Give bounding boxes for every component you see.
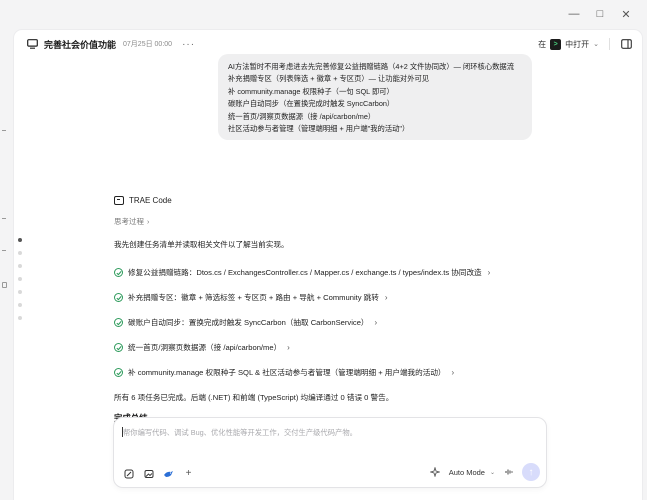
open-in-label: 中打开: [565, 39, 590, 49]
rail-mark: [2, 250, 6, 251]
check-circle-icon: [114, 268, 123, 277]
composer-toolbar: +: [123, 468, 194, 479]
user-message-line: AI方法暂时不用考虑进去先完善修复公益捐赠链路（4+2 文件协同改）— 闭环核心…: [228, 62, 515, 71]
minimize-button[interactable]: —: [561, 6, 587, 22]
agent-logo-icon: [114, 196, 124, 205]
task-label: 统一首页/洞察页数据源（接 /api/carbon/me）: [128, 343, 282, 352]
monitor-icon: [26, 38, 38, 50]
composer-input[interactable]: 帮你编写代码、调试 Bug、优化性能等开发工作，交付生产级代码产物。: [123, 428, 357, 438]
scroll-dot[interactable]: [18, 264, 22, 268]
scroll-dot[interactable]: [18, 290, 22, 294]
composer-actions: Auto Mode ⌄ ↑: [430, 463, 540, 481]
task-item[interactable]: 碳账户自动同步：置换完成时触发 SyncCarbon（抽取 CarbonServ…: [114, 310, 534, 335]
left-rail: [0, 30, 10, 500]
page-title: 完善社会价值功能: [44, 39, 117, 50]
chevron-right-icon: ›: [487, 268, 491, 277]
close-button[interactable]: ✕: [613, 6, 639, 22]
divider: [609, 38, 610, 50]
rail-handle[interactable]: [2, 282, 7, 288]
user-message-line: 碳账户自动同步（在置换完成时触发 SyncCarbon）: [228, 99, 395, 109]
user-message-line: 补充捐赠专区（列表筛选 + 徽章 + 专区页）— 让功能对外可见: [228, 74, 430, 84]
more-menu-button[interactable]: ···: [182, 39, 195, 50]
completion-summary: 所有 6 项任务已完成。后端 (.NET) 和前端 (TypeScript) 均…: [114, 393, 394, 402]
rail-mark: [2, 218, 6, 219]
task-item[interactable]: 统一首页/洞察页数据源（接 /api/carbon/me） ›: [114, 335, 534, 360]
chevron-down-icon: ⌄: [593, 41, 599, 48]
task-label: 碳账户自动同步：置换完成时触发 SyncCarbon（抽取 CarbonServ…: [128, 318, 369, 327]
chevron-right-icon: ›: [451, 368, 455, 377]
user-message: AI方法暂时不用考虑进去先完善修复公益捐赠链路（4+2 文件协同改）— 闭环核心…: [218, 54, 532, 140]
open-in-prefix: 在: [538, 39, 547, 49]
mode-selector[interactable]: Auto Mode ⌄: [449, 468, 495, 477]
scroll-dot[interactable]: [18, 303, 22, 307]
task-label: 修复公益捐赠链路：Dtos.cs / ExchangesController.c…: [128, 268, 482, 277]
task-item[interactable]: 修复公益捐赠链路：Dtos.cs / ExchangesController.c…: [114, 260, 534, 285]
panel-toggle-icon[interactable]: [620, 38, 632, 50]
thinking-label: 思考过程: [114, 217, 144, 226]
check-circle-icon: [114, 368, 123, 377]
task-item[interactable]: 补充捐赠专区：徽章 + 筛选标签 + 专区页 + 路由 + 导航 + Commu…: [114, 285, 534, 310]
add-button[interactable]: +: [183, 468, 194, 479]
message-composer[interactable]: 帮你编写代码、调试 Bug、优化性能等开发工作，交付生产级代码产物。 + Aut…: [113, 417, 547, 488]
scroll-dot[interactable]: [18, 251, 22, 255]
mic-icon[interactable]: [503, 467, 514, 478]
chevron-right-icon: ›: [384, 293, 388, 302]
window-controls: — □ ✕: [561, 6, 639, 22]
task-item[interactable]: 补 community.manage 权限种子 SQL & 社区活动参与者管理（…: [114, 360, 534, 385]
open-in-button[interactable]: 在 > 中打开 ⌄: [538, 38, 599, 50]
scroll-dot[interactable]: [18, 238, 22, 242]
check-circle-icon: [114, 343, 123, 352]
scroll-dot[interactable]: [18, 277, 22, 281]
user-message-line: 统一首页/洞察页数据源（接 /api/carbon/me）: [228, 111, 376, 121]
attach-icon[interactable]: [123, 468, 134, 479]
thinking-toggle[interactable]: 思考过程 ›: [114, 216, 534, 227]
user-message-line: 社区活动参与者管理（管理端明细 + 用户端"我的活动"）: [228, 124, 410, 134]
user-message-line: 补 community.manage 权限种子（一句 SQL 即可）: [228, 86, 394, 96]
maximize-button[interactable]: □: [587, 6, 613, 22]
agent-message: TRAE Code 思考过程 › 我先创建任务清单并读取相关文件以了解当前实现。 …: [114, 196, 534, 424]
scroll-dot[interactable]: [18, 316, 22, 320]
chevron-down-icon: ⌄: [489, 469, 495, 476]
rail-mark: [2, 130, 6, 131]
chevron-right-icon: ›: [147, 219, 150, 226]
scroll-indicator[interactable]: [18, 238, 24, 329]
agent-intro: 我先创建任务清单并读取相关文件以了解当前实现。: [114, 240, 289, 249]
task-label: 补充捐赠专区：徽章 + 筛选标签 + 专区页 + 路由 + 导航 + Commu…: [128, 293, 379, 302]
mode-label: Auto Mode: [448, 467, 485, 477]
agent-name: TRAE Code: [129, 196, 172, 205]
check-circle-icon: [114, 318, 123, 327]
chevron-right-icon: ›: [287, 343, 290, 352]
terminal-app-icon: >: [550, 38, 562, 50]
bird-icon[interactable]: [163, 468, 174, 479]
send-button[interactable]: ↑: [522, 463, 540, 481]
sparkle-icon[interactable]: [430, 467, 441, 478]
agent-header: TRAE Code: [114, 196, 534, 205]
timestamp: 07月25日 00:00: [123, 41, 173, 48]
chevron-right-icon: ›: [374, 318, 378, 327]
image-icon[interactable]: [143, 468, 154, 479]
task-label: 补 community.manage 权限种子 SQL & 社区活动参与者管理（…: [128, 368, 446, 377]
check-circle-icon: [114, 293, 123, 302]
